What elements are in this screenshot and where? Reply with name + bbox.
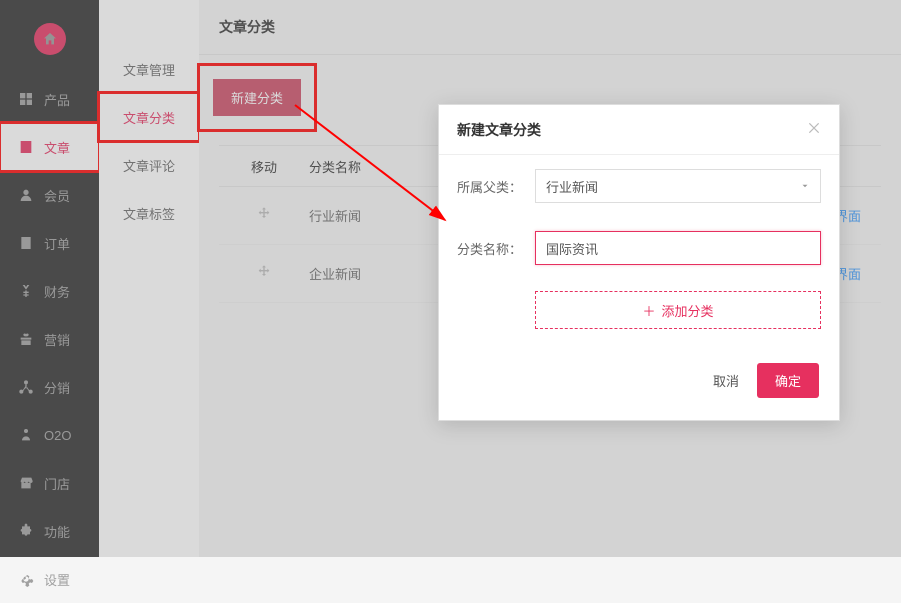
new-category-modal: 新建文章分类 所属父类： 行业新闻 分类名称： ＋ 添加分类 取消 确定 bbox=[438, 104, 840, 421]
network-icon bbox=[18, 379, 34, 395]
chevron-down-icon bbox=[800, 179, 810, 194]
col-name: 分类名称 bbox=[309, 157, 449, 176]
user-icon bbox=[18, 187, 34, 203]
sidebar-item-distribution[interactable]: 分销 bbox=[0, 363, 99, 411]
sidebar-label: 会员 bbox=[44, 186, 70, 205]
subnav-item-category[interactable]: 文章分类 bbox=[99, 93, 199, 141]
o2o-icon bbox=[18, 427, 34, 443]
sidebar-label: 财务 bbox=[44, 282, 70, 301]
add-category-button[interactable]: ＋ 添加分类 bbox=[535, 291, 821, 329]
parent-value: 行业新闻 bbox=[546, 177, 598, 196]
home-icon bbox=[42, 31, 58, 47]
secondary-nav: 文章管理 文章分类 文章评论 文章标签 bbox=[99, 0, 199, 557]
confirm-button[interactable]: 确定 bbox=[757, 363, 819, 398]
subnav-item-manage[interactable]: 文章管理 bbox=[99, 45, 199, 93]
move-icon bbox=[256, 268, 272, 283]
modal-title: 新建文章分类 bbox=[457, 120, 541, 140]
cancel-button[interactable]: 取消 bbox=[713, 363, 739, 398]
home-button[interactable] bbox=[34, 23, 66, 55]
modal-header: 新建文章分类 bbox=[439, 105, 839, 155]
parent-select[interactable]: 行业新闻 bbox=[535, 169, 821, 203]
category-name: 行业新闻 bbox=[309, 206, 449, 225]
sidebar-label: 门店 bbox=[44, 474, 70, 493]
order-icon bbox=[18, 235, 34, 251]
drag-handle[interactable] bbox=[219, 206, 309, 225]
grid-icon bbox=[18, 91, 34, 107]
col-move: 移动 bbox=[219, 157, 309, 176]
sidebar-item-store[interactable]: 门店 bbox=[0, 459, 99, 507]
sidebar-label: 文章 bbox=[44, 138, 70, 157]
sidebar-label: 分销 bbox=[44, 378, 70, 397]
modal-close-button[interactable] bbox=[807, 119, 821, 140]
primary-sidebar: 产品 文章 会员 订单 财务 营销 分销 O2O 门店 功能 设置 bbox=[0, 0, 99, 557]
sidebar-item-settings[interactable]: 设置 bbox=[0, 555, 99, 603]
sidebar-label: 产品 bbox=[44, 90, 70, 109]
close-icon bbox=[807, 119, 821, 139]
parent-label: 所属父类： bbox=[457, 177, 535, 196]
sidebar-item-product[interactable]: 产品 bbox=[0, 75, 99, 123]
move-icon bbox=[256, 210, 272, 225]
modal-footer: 取消 确定 bbox=[439, 341, 839, 420]
category-name-input[interactable] bbox=[535, 231, 821, 265]
document-icon bbox=[18, 139, 34, 155]
sidebar-item-order[interactable]: 订单 bbox=[0, 219, 99, 267]
sidebar-label: O2O bbox=[44, 428, 71, 443]
sidebar-item-marketing[interactable]: 营销 bbox=[0, 315, 99, 363]
subnav-item-tag[interactable]: 文章标签 bbox=[99, 189, 199, 237]
sidebar-label: 功能 bbox=[44, 522, 70, 541]
store-icon bbox=[18, 475, 34, 491]
sidebar-item-finance[interactable]: 财务 bbox=[0, 267, 99, 315]
sidebar-item-o2o[interactable]: O2O bbox=[0, 411, 99, 459]
sidebar-item-article[interactable]: 文章 bbox=[0, 123, 99, 171]
sidebar-label: 设置 bbox=[44, 570, 70, 589]
yen-icon bbox=[18, 283, 34, 299]
page-title: 文章分类 bbox=[199, 0, 901, 55]
gear-icon bbox=[18, 571, 34, 587]
name-label: 分类名称： bbox=[457, 239, 535, 258]
name-row: 分类名称： bbox=[439, 217, 839, 279]
new-button-highlight: 新建分类 bbox=[199, 65, 315, 130]
puzzle-icon bbox=[18, 523, 34, 539]
parent-row: 所属父类： 行业新闻 bbox=[439, 155, 839, 217]
subnav-item-comment[interactable]: 文章评论 bbox=[99, 141, 199, 189]
plus-icon: ＋ bbox=[642, 301, 655, 320]
category-name: 企业新闻 bbox=[309, 264, 449, 283]
drag-handle[interactable] bbox=[219, 264, 309, 283]
gift-icon bbox=[18, 331, 34, 347]
sidebar-label: 营销 bbox=[44, 330, 70, 349]
add-category-label: 添加分类 bbox=[662, 301, 714, 320]
sidebar-item-member[interactable]: 会员 bbox=[0, 171, 99, 219]
new-category-button[interactable]: 新建分类 bbox=[213, 79, 301, 116]
sidebar-item-function[interactable]: 功能 bbox=[0, 507, 99, 555]
sidebar-label: 订单 bbox=[44, 234, 70, 253]
